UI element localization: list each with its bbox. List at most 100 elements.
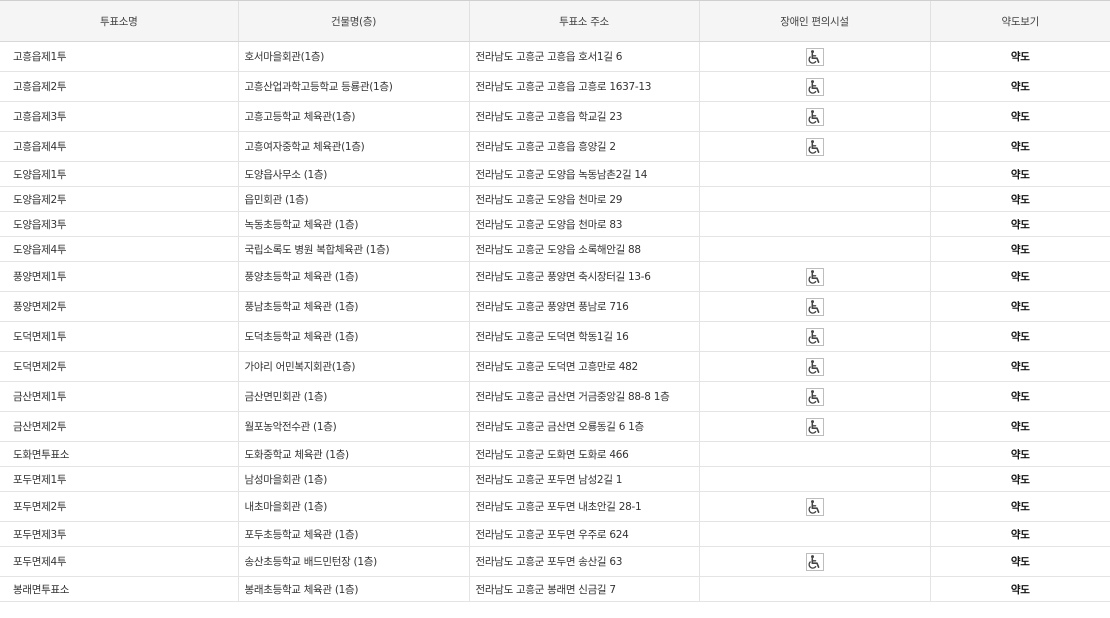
map-link[interactable]: 약도 xyxy=(1011,111,1030,123)
cell-address: 전라남도 고흥군 도양읍 녹동남촌2길 14 xyxy=(468,161,699,187)
table-row: 도양읍제4투 국립소록도 병원 복합체육관 (1층) 전라남도 고흥군 도양읍 소록… xyxy=(0,236,1110,262)
cell-building: 호서마을회관(1층) xyxy=(237,41,469,72)
table-row: 고흥읍제2투 고흥산업과학고등학교 등룡관(1층) 전라남도 고흥군 고흥읍 고흥로… xyxy=(0,71,1110,102)
wheelchair-icon xyxy=(805,107,824,126)
cell-building: 내초마을회관 (1층) xyxy=(237,491,469,522)
cell-station-name: 포두면제1투 xyxy=(0,466,238,492)
cell-map: 약도 xyxy=(929,291,1110,322)
cell-building: 읍민회관 (1층) xyxy=(237,186,469,212)
map-link[interactable]: 약도 xyxy=(1011,301,1030,313)
cell-map: 약도 xyxy=(929,261,1110,292)
cell-map: 약도 xyxy=(929,351,1110,382)
map-link[interactable]: 약도 xyxy=(1011,421,1030,433)
cell-building: 송산초등학교 배드민턴장 (1층) xyxy=(237,546,469,577)
wheelchair-icon xyxy=(805,47,824,66)
cell-building: 고흥산업과학고등학교 등룡관(1층) xyxy=(237,71,469,102)
cell-station-name: 금산면제2투 xyxy=(0,411,238,442)
cell-accessibility xyxy=(698,71,930,102)
cell-address: 전라남도 고흥군 고흥읍 학교길 23 xyxy=(468,101,699,132)
map-link[interactable]: 약도 xyxy=(1011,449,1030,461)
cell-accessibility xyxy=(698,491,930,522)
map-link[interactable]: 약도 xyxy=(1011,361,1030,373)
cell-building: 풍남초등학교 체육관 (1층) xyxy=(237,291,469,322)
map-link[interactable]: 약도 xyxy=(1011,501,1030,513)
map-link[interactable]: 약도 xyxy=(1011,529,1030,541)
cell-station-name: 금산면제1투 xyxy=(0,381,238,412)
cell-address: 전라남도 고흥군 풍양면 축시장터길 13-6 xyxy=(468,261,699,292)
cell-accessibility xyxy=(698,211,930,237)
cell-accessibility xyxy=(698,466,930,492)
cell-map: 약도 xyxy=(929,491,1110,522)
wheelchair-icon xyxy=(805,327,824,346)
table-row: 포두면제3투 포두초등학교 체육관 (1층) 전라남도 고흥군 포두면 우주로 62… xyxy=(0,521,1110,547)
cell-map: 약도 xyxy=(929,381,1110,412)
cell-building: 도화중학교 체육관 (1층) xyxy=(237,441,469,467)
map-link[interactable]: 약도 xyxy=(1011,219,1030,231)
table-row: 도화면투표소 도화중학교 체육관 (1층) 전라남도 고흥군 도화면 도화로 466… xyxy=(0,441,1110,467)
table-row: 금산면제2투 월포농악전수관 (1층) 전라남도 고흥군 금산면 오룡동길 6 1층… xyxy=(0,411,1110,442)
cell-accessibility xyxy=(698,131,930,162)
map-link[interactable]: 약도 xyxy=(1011,556,1030,568)
table-header: 투표소명 건물명(층) 투표소 주소 장애인 편의시설 약도보기 xyxy=(0,0,1110,42)
header-building: 건물명(층) xyxy=(237,0,469,42)
cell-building: 녹동초등학교 체육관 (1층) xyxy=(237,211,469,237)
cell-map: 약도 xyxy=(929,321,1110,352)
cell-station-name: 고흥읍제2투 xyxy=(0,71,238,102)
map-link[interactable]: 약도 xyxy=(1011,584,1030,596)
cell-accessibility xyxy=(698,441,930,467)
map-link[interactable]: 약도 xyxy=(1011,169,1030,181)
map-link[interactable]: 약도 xyxy=(1011,194,1030,206)
table-row: 풍양면제1투 풍양초등학교 체육관 (1층) 전라남도 고흥군 풍양면 축시장터길 … xyxy=(0,261,1110,292)
polling-station-table: 투표소명 건물명(층) 투표소 주소 장애인 편의시설 약도보기 고흥읍제1투 호… xyxy=(0,0,1110,602)
cell-station-name: 고흥읍제4투 xyxy=(0,131,238,162)
cell-station-name: 고흥읍제3투 xyxy=(0,101,238,132)
cell-station-name: 도양읍제3투 xyxy=(0,211,238,237)
map-link[interactable]: 약도 xyxy=(1011,141,1030,153)
cell-address: 전라남도 고흥군 포두면 송산길 63 xyxy=(468,546,699,577)
cell-map: 약도 xyxy=(929,186,1110,212)
cell-address: 전라남도 고흥군 도양읍 천마로 29 xyxy=(468,186,699,212)
wheelchair-icon xyxy=(805,137,824,156)
map-link[interactable]: 약도 xyxy=(1011,271,1030,283)
cell-map: 약도 xyxy=(929,546,1110,577)
wheelchair-icon xyxy=(805,297,824,316)
table-row: 고흥읍제4투 고흥여자중학교 체육관(1층) 전라남도 고흥군 고흥읍 흥양길 2 약… xyxy=(0,131,1110,162)
cell-address: 전라남도 고흥군 도덕면 고흥만로 482 xyxy=(468,351,699,382)
map-link[interactable]: 약도 xyxy=(1011,474,1030,486)
cell-address: 전라남도 고흥군 고흥읍 흥양길 2 xyxy=(468,131,699,162)
header-address: 투표소 주소 xyxy=(468,0,699,42)
cell-address: 전라남도 고흥군 도화면 도화로 466 xyxy=(468,441,699,467)
cell-accessibility xyxy=(698,261,930,292)
cell-building: 고흥고등학교 체육관(1층) xyxy=(237,101,469,132)
cell-accessibility xyxy=(698,546,930,577)
cell-address: 전라남도 고흥군 금산면 거금중앙길 88-8 1층 xyxy=(468,381,699,412)
cell-map: 약도 xyxy=(929,131,1110,162)
cell-address: 전라남도 고흥군 고흥읍 호서1길 6 xyxy=(468,41,699,72)
cell-building: 도덕초등학교 체육관 (1층) xyxy=(237,321,469,352)
map-link[interactable]: 약도 xyxy=(1011,51,1030,63)
cell-accessibility xyxy=(698,291,930,322)
cell-building: 금산면민회관 (1층) xyxy=(237,381,469,412)
cell-building: 풍양초등학교 체육관 (1층) xyxy=(237,261,469,292)
wheelchair-icon xyxy=(805,77,824,96)
map-link[interactable]: 약도 xyxy=(1011,331,1030,343)
cell-station-name: 풍양면제1투 xyxy=(0,261,238,292)
header-map: 약도보기 xyxy=(929,0,1110,42)
wheelchair-icon xyxy=(805,417,824,436)
cell-map: 약도 xyxy=(929,161,1110,187)
cell-address: 전라남도 고흥군 도양읍 천마로 83 xyxy=(468,211,699,237)
cell-address: 전라남도 고흥군 도덕면 학동1길 16 xyxy=(468,321,699,352)
map-link[interactable]: 약도 xyxy=(1011,81,1030,93)
cell-address: 전라남도 고흥군 포두면 내초안길 28-1 xyxy=(468,491,699,522)
map-link[interactable]: 약도 xyxy=(1011,244,1030,256)
cell-accessibility xyxy=(698,351,930,382)
cell-station-name: 봉래면투표소 xyxy=(0,576,238,602)
cell-station-name: 포두면제4투 xyxy=(0,546,238,577)
wheelchair-icon xyxy=(805,497,824,516)
table-row: 봉래면투표소 봉래초등학교 체육관 (1층) 전라남도 고흥군 봉래면 신금길 7 약… xyxy=(0,576,1110,602)
cell-accessibility xyxy=(698,576,930,602)
cell-map: 약도 xyxy=(929,71,1110,102)
map-link[interactable]: 약도 xyxy=(1011,391,1030,403)
table-row: 고흥읍제1투 호서마을회관(1층) 전라남도 고흥군 고흥읍 호서1길 6 약도 xyxy=(0,41,1110,72)
cell-address: 전라남도 고흥군 금산면 오룡동길 6 1층 xyxy=(468,411,699,442)
